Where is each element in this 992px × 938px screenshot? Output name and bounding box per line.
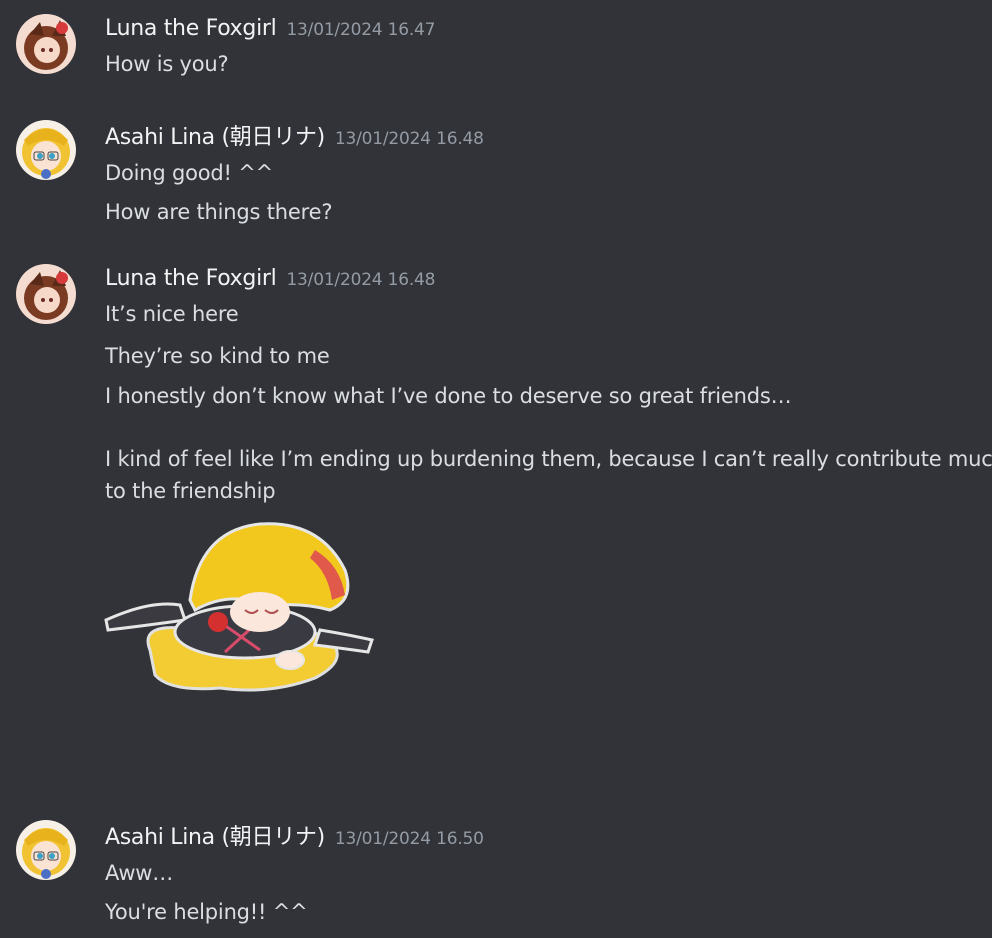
timestamp[interactable]: 13/01/2024 16.47 xyxy=(286,20,435,40)
message-header: Asahi Lina (朝日リナ) 13/01/2024 16.48 xyxy=(105,124,484,153)
message-header: Asahi Lina (朝日リナ) 13/01/2024 16.50 xyxy=(105,824,484,853)
message-text: How are things there? xyxy=(105,200,333,224)
message-text: Aww… xyxy=(105,861,174,885)
melting-girl-sticker-icon[interactable] xyxy=(100,510,380,700)
message-text: I honestly don’t know what I’ve done to … xyxy=(105,384,792,408)
asahi-lina-avatar-icon[interactable] xyxy=(16,820,76,880)
message-text: They’re so kind to me xyxy=(105,344,330,368)
foxgirl-avatar-icon[interactable] xyxy=(16,14,76,74)
message-text: to the friendship xyxy=(105,479,276,503)
author-name[interactable]: Luna the Foxgirl xyxy=(105,266,277,291)
message-text: I kind of feel like I’m ending up burden… xyxy=(105,447,992,471)
timestamp[interactable]: 13/01/2024 16.48 xyxy=(335,129,484,149)
author-name[interactable]: Asahi Lina (朝日リナ) xyxy=(105,825,325,850)
message-text: How is you? xyxy=(105,52,229,76)
message-header: Luna the Foxgirl 13/01/2024 16.47 xyxy=(105,15,435,44)
timestamp[interactable]: 13/01/2024 16.48 xyxy=(286,270,435,290)
author-name[interactable]: Asahi Lina (朝日リナ) xyxy=(105,125,325,150)
asahi-lina-avatar-icon[interactable] xyxy=(16,120,76,180)
message-header: Luna the Foxgirl 13/01/2024 16.48 xyxy=(105,265,435,294)
timestamp[interactable]: 13/01/2024 16.50 xyxy=(335,829,484,849)
author-name[interactable]: Luna the Foxgirl xyxy=(105,16,277,41)
message-text: Doing good! ^^ xyxy=(105,161,274,185)
foxgirl-avatar-icon[interactable] xyxy=(16,264,76,324)
message-text: It’s nice here xyxy=(105,302,239,326)
message-text: You're helping!! ^^ xyxy=(105,900,308,924)
